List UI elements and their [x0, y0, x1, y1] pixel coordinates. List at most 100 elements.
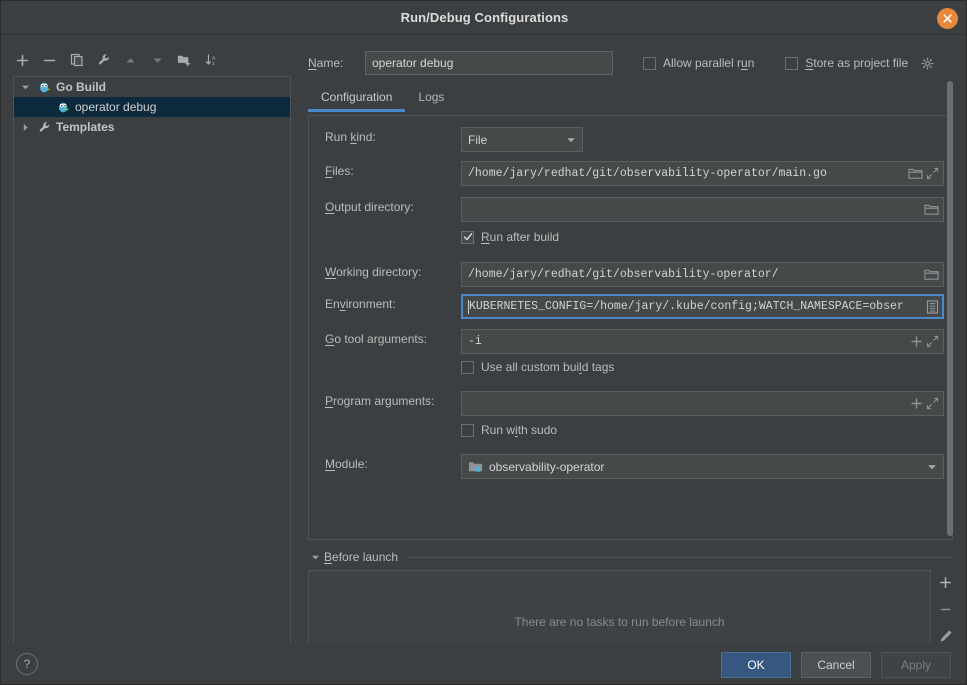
folder-icon[interactable] [924, 268, 939, 281]
tree-item-go-build[interactable]: Go Build [14, 77, 290, 97]
files-value: /home/jary/redhat/git/observability-oper… [468, 167, 827, 180]
working-directory-field-icons [924, 268, 939, 281]
configuration-form: Run kind: File Files: /home/jary/redhat/… [308, 117, 953, 540]
run-after-build-label: Run after build [481, 230, 560, 244]
sort-az-icon[interactable]: a z [198, 48, 225, 72]
apply-button[interactable]: Apply [881, 652, 951, 678]
module-value: observability-operator [489, 459, 605, 474]
output-directory-field-icons [924, 203, 939, 216]
output-directory-label-row: Output directory: [325, 200, 414, 214]
use-all-custom-build-tags-checkbox[interactable]: Use all custom build tags [461, 360, 614, 374]
working-directory-value: /home/jary/redhat/git/observability-oper… [468, 268, 779, 281]
arrow-down-icon[interactable] [144, 48, 171, 72]
store-as-project-file-checkbox[interactable]: Store as project file [785, 56, 934, 70]
editor-tabs: Configuration Logs [308, 86, 953, 116]
configuration-scrollbar[interactable] [946, 81, 954, 551]
name-row: Name: Allow parallel run Store as projec… [308, 50, 966, 76]
go-gopher-icon [35, 81, 53, 94]
checkbox-box[interactable] [643, 56, 656, 70]
svg-text:z: z [212, 61, 215, 67]
remove-task-button[interactable] [935, 600, 957, 620]
module-value-wrap: observability-operator [468, 460, 927, 474]
allow-parallel-run-checkbox[interactable]: Allow parallel run [643, 56, 754, 70]
program-arguments-field[interactable] [461, 391, 944, 416]
configuration-editor-panel: Name: Allow parallel run Store as projec… [294, 36, 966, 673]
add-task-button[interactable] [935, 573, 957, 593]
checkbox-box[interactable] [461, 423, 474, 437]
close-icon[interactable] [937, 8, 958, 29]
go-tool-arguments-field[interactable]: -i [461, 329, 944, 354]
help-button[interactable]: ? [16, 653, 38, 675]
checkbox-box[interactable] [785, 56, 799, 70]
tab-logs[interactable]: Logs [405, 86, 457, 111]
run-kind-value: File [468, 132, 488, 147]
add-configuration-button[interactable] [9, 48, 36, 72]
configurations-panel: a z Go Build operator debug Templates [1, 36, 294, 673]
go-tool-arguments-value: -i [468, 335, 482, 348]
arrow-up-icon[interactable] [117, 48, 144, 72]
run-kind-select[interactable]: File [461, 127, 583, 152]
before-launch-title: Before launch [324, 550, 399, 564]
program-arguments-label-row: Program arguments: [325, 394, 434, 408]
plus-icon[interactable] [910, 335, 923, 348]
files-field-icons [908, 167, 939, 180]
environment-label: Environment: [325, 297, 396, 311]
run-with-sudo-label: Run with sudo [481, 423, 558, 437]
run-after-build-checkbox[interactable]: Run after build [461, 230, 559, 244]
plus-icon[interactable] [910, 397, 923, 410]
wrench-icon[interactable] [90, 48, 117, 72]
files-label: Files: [325, 164, 354, 178]
module-folder-icon [468, 460, 483, 473]
copy-icon[interactable] [63, 48, 90, 72]
output-directory-field[interactable] [461, 197, 944, 222]
wrench-icon [35, 121, 53, 134]
expand-icon[interactable] [926, 397, 939, 410]
chevron-down-icon[interactable] [927, 462, 937, 472]
go-tool-arguments-label: Go tool arguments: [325, 332, 428, 346]
run-kind-label-row: Run kind: [325, 130, 376, 144]
environment-value: KUBERNETES_CONFIG=/home/jary/.kube/confi… [469, 300, 904, 313]
titlebar: Run/Debug Configurations [1, 1, 966, 35]
tree-item-operator-debug[interactable]: operator debug [14, 97, 290, 117]
allow-parallel-run-label: Allow parallel run [663, 56, 755, 70]
module-label: Module: [325, 457, 368, 471]
run-debug-configurations-dialog: Run/Debug Configurations a z Go Build op… [0, 0, 967, 685]
module-select[interactable]: observability-operator [461, 454, 944, 479]
configurations-tree[interactable]: Go Build operator debug Templates [13, 76, 291, 673]
folder-icon[interactable] [908, 167, 923, 180]
chevron-down-icon[interactable] [16, 83, 35, 92]
use-all-custom-build-tags-label: Use all custom build tags [481, 360, 615, 374]
folder-add-icon[interactable] [171, 48, 198, 72]
scrollbar-thumb[interactable] [947, 81, 953, 536]
files-field[interactable]: /home/jary/redhat/git/observability-oper… [461, 161, 944, 186]
go-gopher-icon [54, 101, 72, 114]
folder-icon[interactable] [924, 203, 939, 216]
environment-field-icons [926, 299, 939, 314]
environment-list-icon[interactable] [926, 299, 939, 314]
expand-icon[interactable] [926, 167, 939, 180]
tree-item-label: operator debug [75, 100, 157, 114]
chevron-down-icon[interactable] [566, 135, 576, 145]
run-with-sudo-checkbox[interactable]: Run with sudo [461, 423, 557, 437]
environment-field[interactable]: KUBERNETES_CONFIG=/home/jary/.kube/confi… [461, 294, 944, 319]
go-tool-arguments-field-icons [910, 335, 939, 348]
tree-item-label: Go Build [56, 80, 106, 94]
checkbox-box[interactable] [461, 360, 474, 374]
files-label-row: Files: [325, 164, 354, 178]
name-input[interactable] [365, 51, 613, 75]
gear-icon[interactable] [921, 56, 934, 70]
chevron-right-icon[interactable] [16, 123, 35, 132]
tab-configuration[interactable]: Configuration [308, 86, 406, 112]
tree-item-templates[interactable]: Templates [14, 117, 290, 137]
go-tool-arguments-label-row: Go tool arguments: [325, 332, 427, 346]
cancel-button[interactable]: Cancel [801, 652, 871, 678]
section-divider [408, 556, 953, 558]
working-directory-field[interactable]: /home/jary/redhat/git/observability-oper… [461, 262, 944, 287]
remove-configuration-button[interactable] [36, 48, 63, 72]
ok-button[interactable]: OK [721, 652, 791, 678]
chevron-down-icon[interactable] [308, 553, 322, 562]
working-directory-label: Working directory: [325, 265, 422, 279]
expand-icon[interactable] [926, 335, 939, 348]
dialog-title: Run/Debug Configurations [400, 10, 569, 25]
checkbox-box[interactable] [461, 230, 474, 244]
